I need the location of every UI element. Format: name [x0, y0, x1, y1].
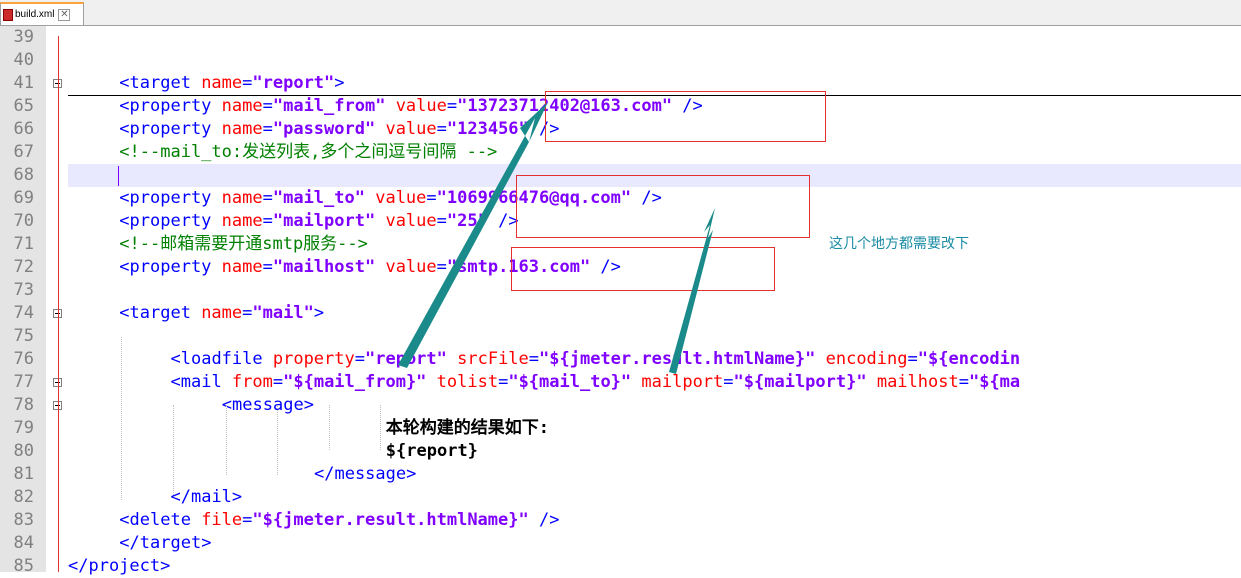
annotation-arrows — [398, 102, 715, 374]
annotation-note: 这几个地方都需要改下 — [829, 236, 969, 252]
arrow-to-mail-from — [398, 102, 548, 368]
arrow-to-mail-to — [669, 208, 715, 374]
